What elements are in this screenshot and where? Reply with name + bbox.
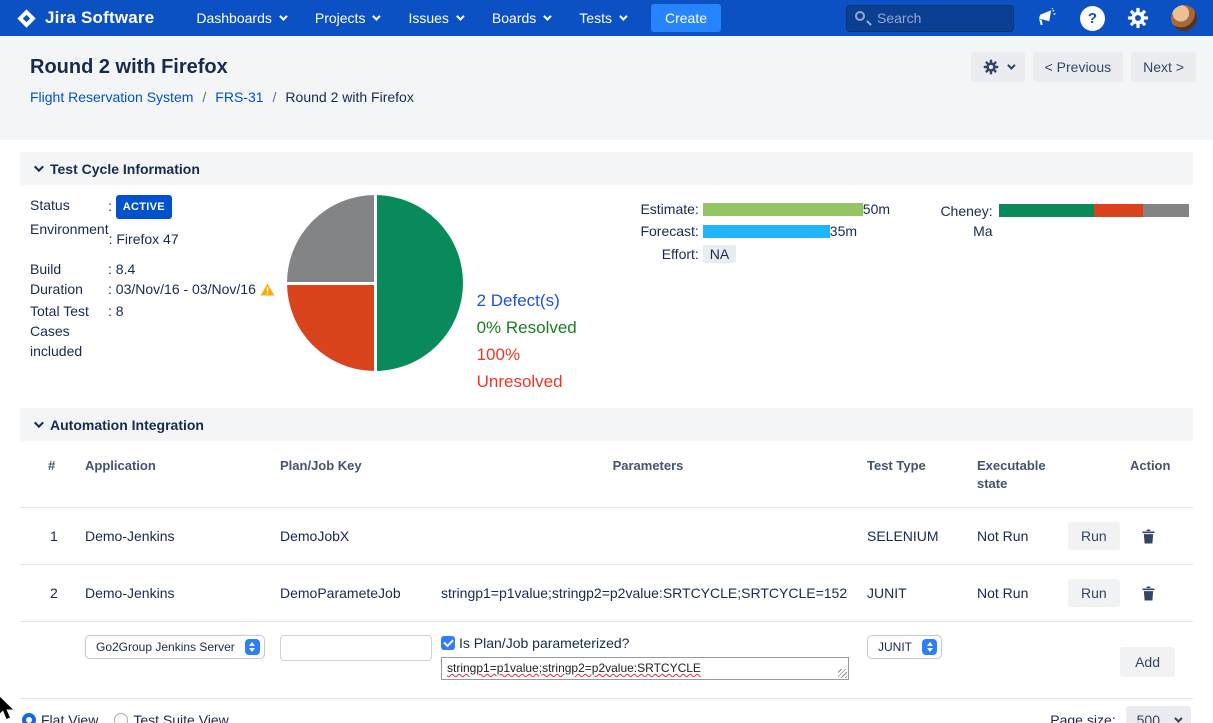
run-button[interactable]: Run: [1068, 579, 1120, 607]
nav-menus: Dashboards Projects Issues Boards Tests: [196, 10, 628, 26]
radio-unselected-icon: [114, 713, 129, 723]
defects-unresolved: 100% Unresolved: [476, 345, 563, 391]
nav-menu-projects[interactable]: Projects: [315, 10, 382, 26]
cycle-settings-button[interactable]: [970, 52, 1025, 82]
test-suite-view-radio[interactable]: Test Suite View: [114, 712, 229, 723]
next-cycle-button[interactable]: Next >: [1131, 52, 1196, 82]
automation-integration-section-header[interactable]: Automation Integration: [20, 408, 1193, 441]
breadcrumb: Flight Reservation System / FRS-31 / Rou…: [30, 89, 1183, 105]
delete-icon[interactable]: [1142, 529, 1155, 544]
status-field: Status : ACTIVE: [30, 195, 277, 219]
collapse-chevron-icon: [33, 418, 44, 429]
status-badge: ACTIVE: [115, 195, 172, 219]
estimate-bar: [702, 202, 863, 216]
top-navigation-bar: Jira Software Dashboards Projects Issues…: [0, 0, 1213, 36]
create-button[interactable]: Create: [650, 4, 721, 32]
test-cycle-information-section-header[interactable]: Test Cycle Information: [20, 152, 1193, 185]
tester-bar-fail-segment: [1093, 204, 1144, 217]
warning-icon: [260, 281, 275, 301]
nav-right-cluster: ?: [846, 4, 1197, 32]
help-icon[interactable]: ?: [1080, 5, 1105, 31]
forecast-row: Forecast: 35m: [640, 223, 858, 239]
effort-value: NA: [702, 245, 737, 263]
chevron-down-icon: [456, 12, 465, 21]
plan-job-key-input[interactable]: [280, 635, 432, 661]
total-test-cases-field: Total Test Cases included : 8: [30, 303, 124, 359]
mouse-cursor: [0, 695, 14, 723]
chevron-down-icon: [543, 12, 552, 21]
chevron-down-icon: [372, 12, 382, 21]
time-progress: Estimate: 50m Forecast: 35m Effort: NA: [625, 195, 929, 383]
table-row: 2 Demo-Jenkins DemoParameteJob stringp1=…: [20, 565, 1193, 622]
chevron-down-icon: [1174, 714, 1183, 723]
global-search: [846, 4, 1014, 32]
run-button[interactable]: Run: [1068, 522, 1120, 550]
automation-table: # Application Plan/Job Key Parameters Te…: [20, 441, 1193, 699]
breadcrumb-issue-link[interactable]: FRS-31: [215, 89, 263, 105]
jira-diamond-icon: [17, 8, 36, 28]
tester-name: Cheney: Ma: [940, 203, 993, 239]
defects-summary: 2 Defect(s) 0% Resolved 100% Unresolved: [476, 195, 607, 391]
tester-bar-pass-segment: [998, 204, 1094, 217]
select-stepper-icon: [922, 639, 937, 655]
page-header: Round 2 with Firefox Flight Reservation …: [0, 36, 1213, 140]
estimate-row: Estimate: 50m: [640, 201, 891, 217]
forecast-value: 35m: [829, 223, 858, 239]
environment-field: Environment : Firefox 47: [30, 221, 179, 247]
gear-icon: [983, 59, 998, 75]
brand-name: Jira Software: [45, 8, 155, 27]
page-size-label: Page size:: [1050, 712, 1116, 723]
nav-menu-boards[interactable]: Boards: [492, 10, 552, 26]
breadcrumb-separator: /: [202, 89, 207, 105]
delete-icon[interactable]: [1142, 586, 1155, 601]
forecast-bar: [702, 224, 830, 238]
parameters-textarea[interactable]: stringp1=p1value;stringp2=p2value:SRTCYC…: [441, 657, 849, 680]
estimate-value: 50m: [862, 201, 891, 217]
test-type-select[interactable]: JUNIT: [867, 635, 942, 659]
effort-row: Effort: NA: [625, 245, 929, 263]
add-button[interactable]: Add: [1120, 647, 1175, 677]
tester-progress: Cheney: Ma: [929, 195, 1193, 383]
parameterized-checkbox[interactable]: [441, 636, 455, 650]
breadcrumb-separator: /: [272, 89, 277, 105]
duration-field: Duration : 03/Nov/16 - 03/Nov/16: [30, 279, 277, 301]
build-field: Build : 8.4: [30, 261, 136, 277]
nav-menu-issues[interactable]: Issues: [408, 10, 465, 26]
test-cycle-information-body: Status : ACTIVE Environment : Firefox 47…: [0, 185, 1213, 391]
search-icon: [855, 10, 865, 21]
announcements-icon[interactable]: [1036, 7, 1058, 29]
nav-menu-dashboards[interactable]: Dashboards: [196, 10, 288, 26]
page-size-select[interactable]: 500: [1125, 706, 1191, 723]
page-size-control: Page size: 500: [1050, 706, 1191, 723]
view-options-bar: Flat View Test Suite View Page size: 500: [20, 699, 1193, 723]
jira-logo[interactable]: Jira Software: [16, 8, 154, 29]
breadcrumb-project-link[interactable]: Flight Reservation System: [30, 89, 193, 105]
add-job-form: Go2Group Jenkins Server Is Plan/Job para…: [20, 622, 1193, 699]
breadcrumb-current: Round 2 with Firefox: [285, 89, 414, 105]
defect-count: 2 Defect(s): [476, 291, 560, 310]
radio-selected-icon: [22, 713, 36, 723]
previous-cycle-button[interactable]: < Previous: [1032, 52, 1124, 82]
parameterized-label: Is Plan/Job parameterized?: [459, 635, 630, 651]
chevron-down-icon: [1006, 61, 1016, 70]
tester-bar-unexecuted-segment: [1143, 204, 1189, 217]
chevron-down-icon: [279, 12, 288, 21]
nav-menu-tests[interactable]: Tests: [579, 10, 628, 26]
table-row: 1 Demo-Jenkins DemoJobX SELENIUM Not Run…: [20, 508, 1193, 565]
header-actions: < Previous Next >: [970, 52, 1196, 82]
select-stepper-icon: [244, 639, 260, 655]
collapse-chevron-icon: [33, 162, 44, 173]
jira-test-cycle-page: Jira Software Dashboards Projects Issues…: [0, 0, 1213, 723]
chevron-down-icon: [619, 12, 628, 21]
tester-stacked-bar: [998, 204, 1189, 217]
search-input[interactable]: [846, 4, 1014, 32]
flat-view-radio[interactable]: Flat View: [22, 712, 98, 723]
user-avatar[interactable]: [1171, 5, 1197, 31]
cycle-fields: Status : ACTIVE Environment : Firefox 47…: [30, 195, 277, 383]
automation-table-header: # Application Plan/Job Key Parameters Te…: [20, 441, 1193, 508]
server-select[interactable]: Go2Group Jenkins Server: [85, 635, 265, 659]
defects-resolved: 0% Resolved: [476, 318, 577, 337]
settings-gear-icon[interactable]: [1127, 7, 1149, 29]
execution-pie-chart: [286, 195, 463, 371]
